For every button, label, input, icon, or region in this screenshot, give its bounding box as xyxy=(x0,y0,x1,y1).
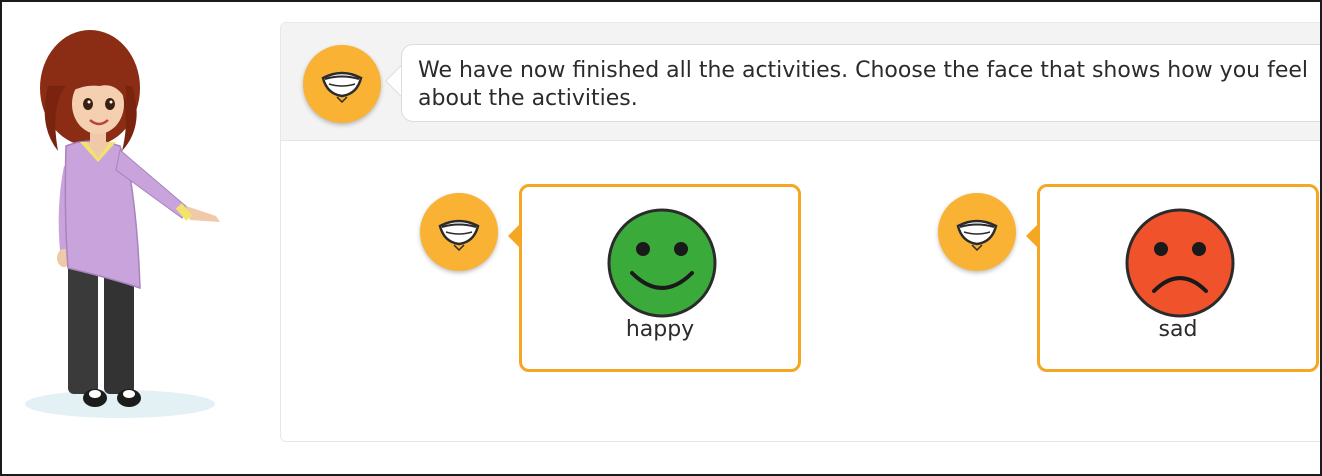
sad-speak-button[interactable] xyxy=(938,193,1016,271)
sad-label: sad xyxy=(1158,317,1198,342)
prompt-bubble: We have now finished all the activities.… xyxy=(401,44,1320,122)
activity-frame: We have now finished all the activities.… xyxy=(0,0,1322,476)
sad-face-icon xyxy=(1125,208,1235,318)
girl-pointing-illustration xyxy=(25,30,220,418)
speaking-mouth-icon xyxy=(438,219,480,252)
sad-choice-card[interactable]: sad xyxy=(1037,184,1319,372)
speaking-mouth-icon xyxy=(956,219,998,252)
prompt-header: We have now finished all the activities.… xyxy=(281,23,1320,141)
happy-choice-card[interactable]: happy xyxy=(519,184,801,372)
prompt-text: We have now finished all the activities.… xyxy=(418,58,1309,111)
happy-label: happy xyxy=(625,317,695,342)
smiley-face-icon xyxy=(607,208,717,318)
prompt-speak-button[interactable] xyxy=(303,45,381,123)
happy-speak-button[interactable] xyxy=(420,193,498,271)
speaking-mouth-icon xyxy=(321,71,363,104)
